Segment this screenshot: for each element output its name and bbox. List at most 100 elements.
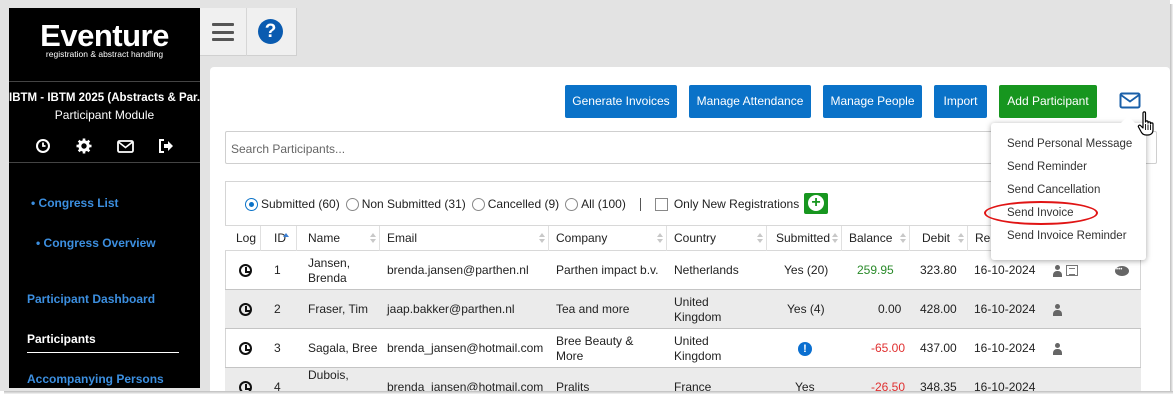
sort-icon bbox=[832, 233, 838, 244]
envelope-icon[interactable] bbox=[1119, 92, 1141, 110]
cell-id: 3 bbox=[274, 341, 281, 355]
filter-separator bbox=[639, 197, 641, 211]
clock-icon[interactable] bbox=[33, 136, 53, 156]
sidebar-item-participant-dashboard[interactable]: Participant Dashboard bbox=[27, 292, 155, 306]
sidebar-item-congress-overview[interactable]: • Congress Overview bbox=[36, 236, 156, 250]
col-debit[interactable]: Debit bbox=[910, 226, 968, 251]
cell-debit: 437.00 bbox=[920, 341, 957, 355]
logo-tagline: registration & abstract handling bbox=[45, 49, 164, 59]
help-icon[interactable]: ? bbox=[258, 19, 283, 44]
only-new-label[interactable]: Only New Registrations bbox=[674, 197, 799, 211]
cell-company: Pralits bbox=[556, 380, 590, 391]
top-toolbar: ? bbox=[200, 8, 297, 56]
sidebar-divider bbox=[9, 81, 200, 82]
log-clock-icon[interactable] bbox=[239, 368, 252, 391]
warning-icon[interactable]: ! bbox=[798, 329, 812, 368]
manage-attendance-button[interactable]: Manage Attendance bbox=[689, 85, 811, 118]
col-company[interactable]: Company bbox=[549, 226, 667, 251]
col-name-label: Name bbox=[308, 231, 341, 245]
cell-country: France bbox=[674, 380, 712, 391]
highlight-oval bbox=[984, 201, 1098, 225]
menu-item-send-cancellation[interactable]: Send Cancellation bbox=[1007, 184, 1100, 196]
sort-icon bbox=[958, 233, 964, 244]
cell-company: Bree Beauty & More bbox=[556, 333, 634, 363]
cell-company: Parthen impact b.v. bbox=[556, 263, 659, 277]
status-filters: Submitted (60) Non Submitted (31) Cancel… bbox=[245, 195, 799, 213]
col-balance-label: Balance bbox=[849, 231, 893, 245]
col-debit-label: Debit bbox=[922, 231, 951, 245]
sort-icon bbox=[900, 233, 906, 244]
menu-item-send-invoice-reminder[interactable]: Send Invoice Reminder bbox=[1007, 230, 1127, 242]
sidebar: Eventure registration & abstract handlin… bbox=[9, 8, 200, 388]
cell-submitted: Yes (20) bbox=[784, 263, 829, 277]
cell-balance: 0.00 bbox=[878, 302, 902, 316]
cell-date: 16-10-2024 bbox=[974, 341, 1036, 355]
radio-non-submitted[interactable] bbox=[345, 197, 359, 211]
manage-people-button[interactable]: Manage People bbox=[823, 85, 922, 118]
cell-name: Jansen, Brenda bbox=[308, 255, 351, 285]
badge-card-icon[interactable] bbox=[1066, 265, 1078, 276]
filter-cancelled-label[interactable]: Cancelled (9) bbox=[488, 197, 559, 211]
cell-date: 16-10-2024 bbox=[974, 302, 1036, 316]
filter-non-submitted-label[interactable]: Non Submitted (31) bbox=[362, 197, 466, 211]
cell-submitted: Yes (4) bbox=[787, 302, 825, 316]
col-log[interactable]: Log bbox=[225, 226, 261, 251]
sort-asc-icon bbox=[283, 233, 289, 244]
only-new-checkbox[interactable] bbox=[654, 197, 668, 211]
logo[interactable]: Eventure registration & abstract handlin… bbox=[9, 20, 200, 60]
menu-item-send-personal-message[interactable]: Send Personal Message bbox=[1007, 138, 1132, 150]
envelope-icon[interactable] bbox=[115, 136, 135, 156]
cell-email: brenda_jansen@hotmail.com bbox=[387, 380, 544, 391]
log-clock-icon[interactable] bbox=[239, 290, 252, 329]
cell-balance: 259.95 bbox=[857, 263, 894, 277]
log-clock-icon[interactable] bbox=[239, 251, 252, 290]
cell-balance: -26.50 bbox=[871, 380, 906, 391]
table-row[interactable]: 4 Dubois, brenda_jansen@hotmail.com Pral… bbox=[225, 368, 1141, 391]
filter-submitted-label[interactable]: Submitted (60) bbox=[261, 197, 340, 211]
menu-item-send-reminder[interactable]: Send Reminder bbox=[1007, 161, 1087, 173]
hand-cursor-icon bbox=[1137, 111, 1157, 137]
person-icon[interactable] bbox=[1052, 290, 1063, 329]
table-row[interactable]: 3 Sagala, Bree brenda_jansen@hotmail.com… bbox=[225, 329, 1141, 368]
app-window: Eventure registration & abstract handlin… bbox=[0, 0, 1170, 391]
cell-debit: 323.80 bbox=[920, 263, 957, 277]
hamburger-icon[interactable] bbox=[212, 23, 234, 41]
col-country[interactable]: Country bbox=[667, 226, 767, 251]
radio-cancelled[interactable] bbox=[471, 197, 485, 211]
radio-all[interactable] bbox=[565, 197, 579, 211]
table-row[interactable]: 2 Fraser, Tim jaap.bakker@parthen.nl Tea… bbox=[225, 290, 1141, 329]
radio-submitted[interactable] bbox=[245, 197, 258, 211]
col-id[interactable]: ID bbox=[261, 226, 297, 251]
generate-invoices-button[interactable]: Generate Invoices bbox=[565, 85, 677, 118]
add-participant-button[interactable]: Add Participant bbox=[999, 85, 1097, 118]
sort-icon bbox=[657, 233, 663, 244]
congress-title: IBTM - IBTM 2025 (Abstracts & Par... bbox=[9, 92, 200, 104]
add-filter-plus-icon[interactable] bbox=[804, 193, 828, 214]
module-title: Participant Module bbox=[54, 108, 155, 122]
sort-icon bbox=[757, 233, 763, 244]
active-underline bbox=[27, 352, 179, 353]
filter-all-label[interactable]: All (100) bbox=[581, 197, 626, 211]
log-clock-icon[interactable] bbox=[239, 329, 252, 368]
col-submitted-label: Submitted bbox=[776, 231, 831, 245]
cell-id: 2 bbox=[274, 302, 281, 316]
col-name[interactable]: Name bbox=[297, 226, 380, 251]
gear-icon[interactable] bbox=[74, 136, 94, 156]
sidebar-item-congress-list[interactable]: • Congress List bbox=[31, 196, 119, 210]
sort-icon bbox=[370, 233, 376, 244]
sidebar-item-participants[interactable]: Participants bbox=[27, 332, 96, 346]
sidebar-divider bbox=[9, 162, 200, 163]
col-submitted[interactable]: Submitted bbox=[767, 226, 842, 251]
person-icon[interactable] bbox=[1052, 264, 1063, 277]
cell-email: brenda_jansen@hotmail.com bbox=[387, 341, 544, 355]
sign-out-icon[interactable] bbox=[156, 136, 176, 156]
sidebar-item-accompanying-persons[interactable]: Accompanying Persons bbox=[27, 372, 164, 386]
cell-balance: -65.00 bbox=[871, 341, 906, 355]
cell-name: Dubois, bbox=[308, 368, 349, 382]
import-button[interactable]: Import bbox=[934, 85, 987, 118]
person-icon[interactable] bbox=[1052, 329, 1063, 368]
cell-name: Fraser, Tim bbox=[308, 302, 369, 316]
col-balance[interactable]: Balance bbox=[842, 226, 910, 251]
cell-country: United Kingdom bbox=[674, 333, 722, 363]
col-email[interactable]: Email bbox=[380, 226, 549, 251]
